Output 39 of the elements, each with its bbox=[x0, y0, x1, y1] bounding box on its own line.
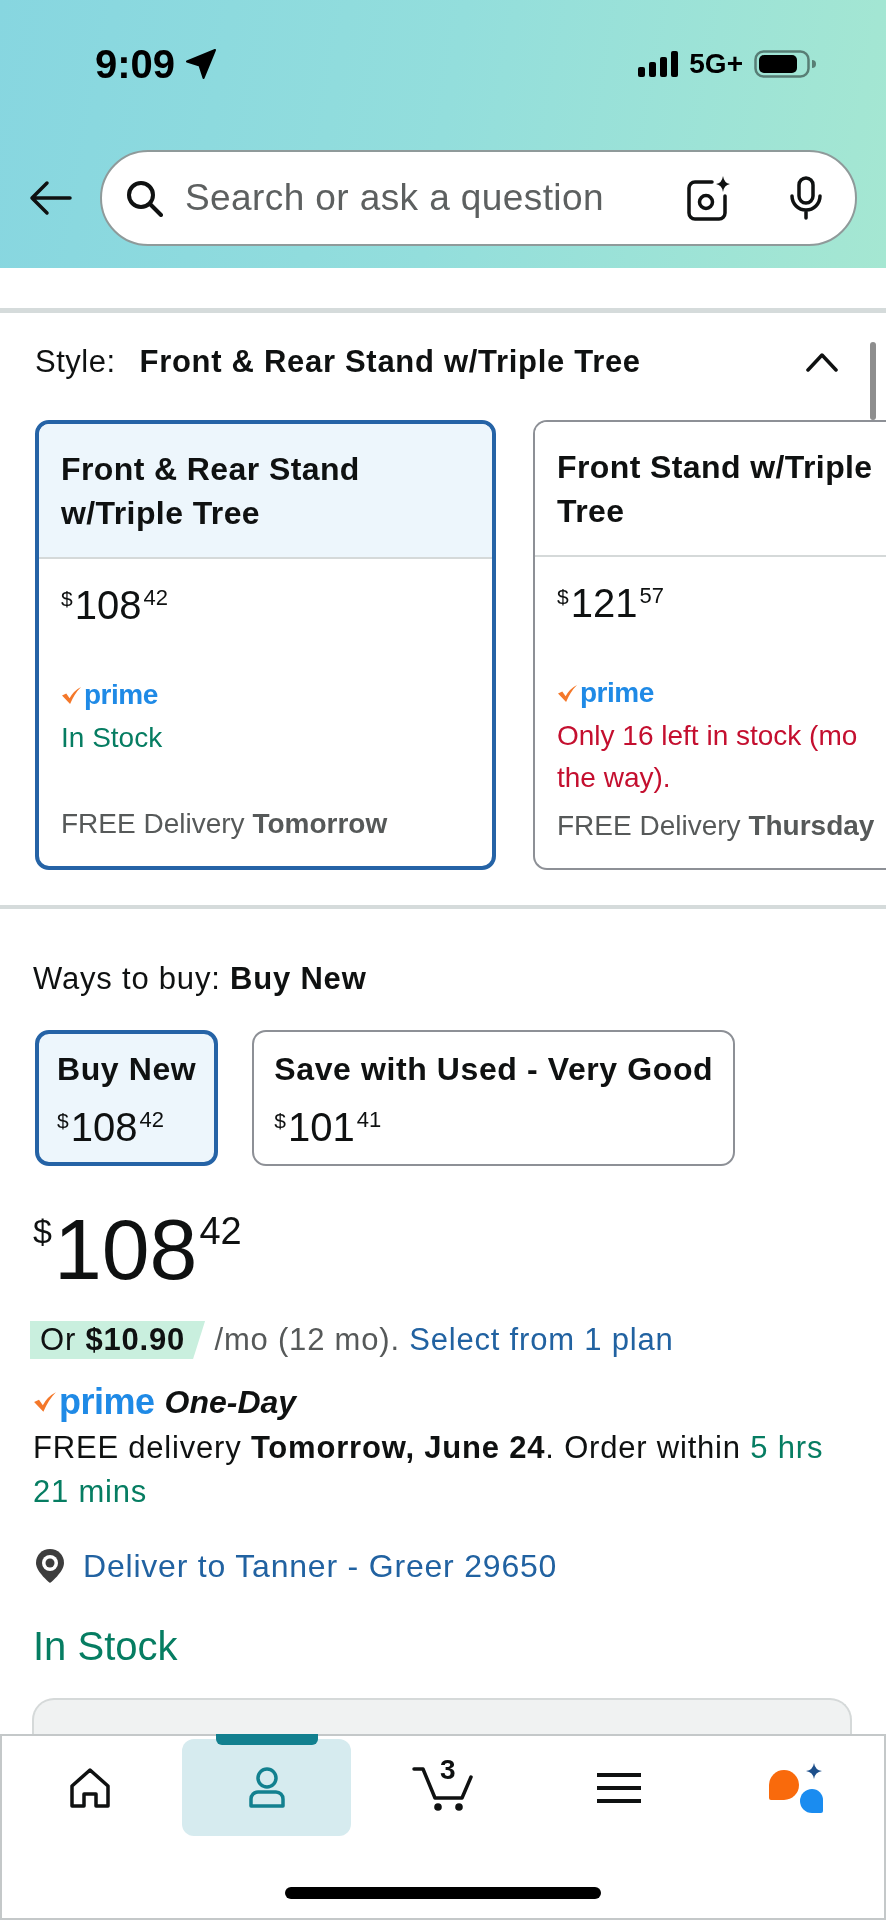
option-title: Front Stand w/Triple Tree bbox=[557, 447, 873, 531]
stock-status: In Stock bbox=[33, 1623, 179, 1670]
menu-icon bbox=[597, 1771, 642, 1804]
prime-label: prime bbox=[84, 681, 158, 709]
network-label: 5G+ bbox=[689, 50, 743, 78]
search-icon bbox=[125, 179, 163, 217]
deliver-to-link[interactable]: Deliver to Tanner - Greer 29650 bbox=[83, 1547, 558, 1585]
clock-time: 9:09 bbox=[95, 44, 176, 84]
check-icon bbox=[61, 685, 82, 705]
battery-icon bbox=[754, 50, 816, 78]
delivery-info: FREE Delivery Thursday bbox=[557, 809, 875, 843]
location-pin-icon bbox=[33, 1547, 67, 1585]
camera-sparkle-icon[interactable] bbox=[685, 175, 731, 221]
option-title: Front & Rear Stand w/Triple Tree bbox=[61, 449, 360, 533]
stock-status: In Stock bbox=[61, 721, 163, 755]
check-icon bbox=[33, 1391, 57, 1413]
person-icon bbox=[246, 1765, 287, 1810]
ways-to-buy-heading: Ways to buy: Buy New bbox=[33, 961, 368, 997]
microphone-icon[interactable] bbox=[787, 176, 825, 220]
delivery-speed: One-Day bbox=[164, 1386, 297, 1418]
back-arrow-icon[interactable] bbox=[28, 180, 72, 216]
signal-icon bbox=[638, 51, 679, 77]
plan-link[interactable]: Select from 1 plan bbox=[409, 1322, 674, 1357]
prime-label: prime bbox=[59, 1384, 155, 1420]
search-bar[interactable]: Search or ask a question bbox=[100, 150, 857, 246]
style-value: Front & Rear Stand w/Triple Tree bbox=[139, 344, 641, 380]
stock-status: Only 16 left in stock (mo the way). bbox=[557, 719, 858, 795]
delivery-info: FREE Delivery Tomorrow bbox=[61, 807, 388, 841]
location-arrow-icon bbox=[185, 48, 218, 80]
search-field[interactable]: Search or ask a question bbox=[185, 173, 663, 223]
prime-label: prime bbox=[580, 679, 654, 707]
check-icon bbox=[557, 683, 578, 703]
delivery-message: FREE delivery Tomorrow, June 24. Order within 5 hrs 21 mins bbox=[33, 1429, 825, 1511]
chevron-up-icon[interactable] bbox=[806, 352, 838, 372]
style-label: Style: bbox=[35, 344, 116, 380]
cart-count: 3 bbox=[440, 1755, 456, 1784]
nav-tab[interactable]: 3 bbox=[358, 1739, 528, 1836]
financing-offer: Or $10.90 /mo (12 mo). Select from 1 plan bbox=[33, 1318, 853, 1362]
home-icon bbox=[68, 1766, 113, 1809]
